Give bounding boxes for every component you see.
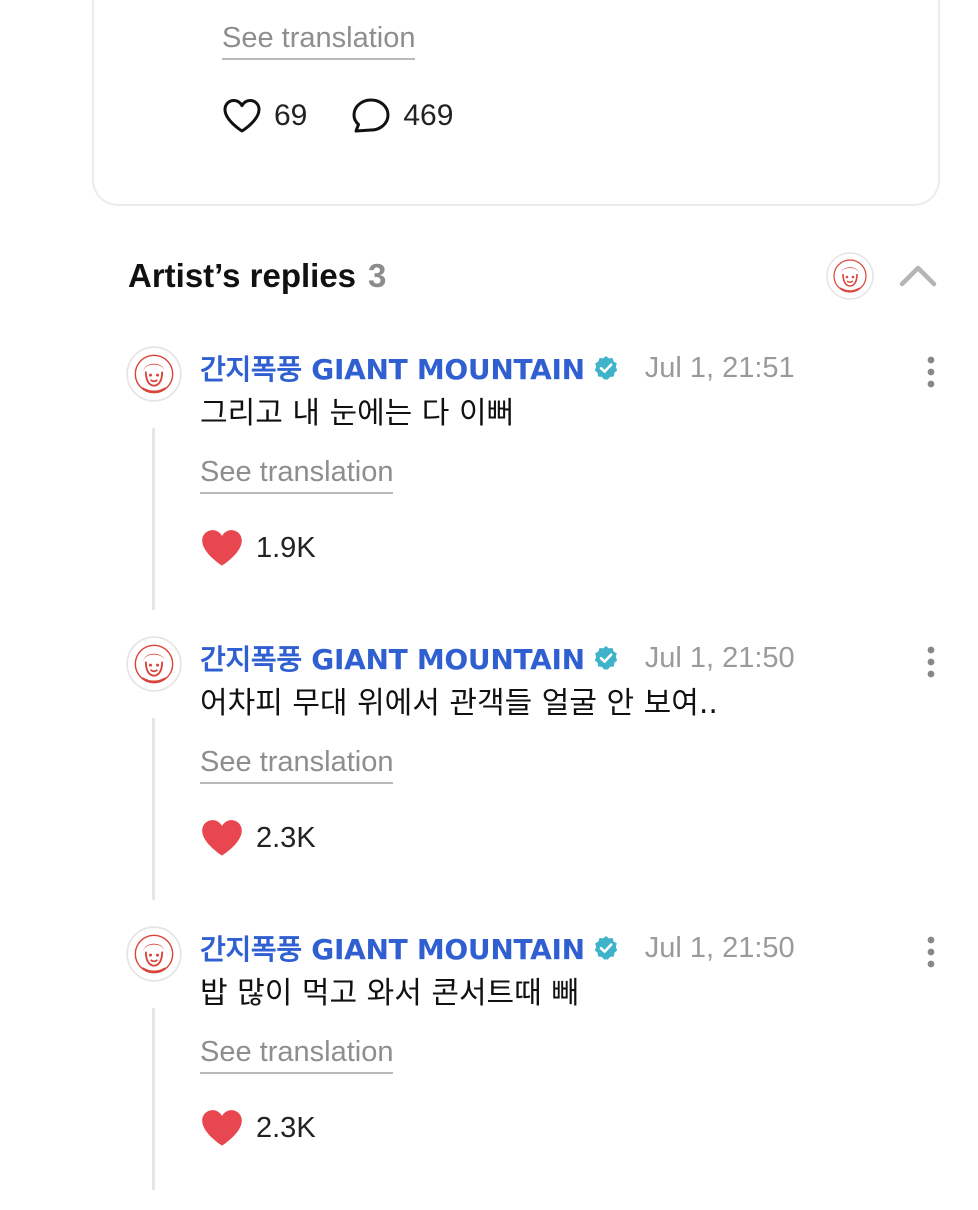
thread-line: [152, 1008, 155, 1190]
reply-author-avatar[interactable]: [126, 346, 182, 407]
collapse-replies-button[interactable]: [898, 258, 938, 292]
see-translation-link[interactable]: See translation: [200, 744, 394, 784]
comment-count: 469: [403, 99, 454, 132]
more-options-icon[interactable]: [918, 642, 944, 682]
see-translation-link[interactable]: See translation: [200, 454, 394, 494]
reply-timestamp: Jul 1, 21:51: [644, 351, 795, 384]
reply-like-count: 1.9K: [256, 531, 316, 564]
artist-replies-header: Artist’s replies 3: [128, 252, 386, 300]
reply-author-avatar[interactable]: [126, 926, 182, 987]
artist-avatar: [826, 252, 874, 305]
post-actions: 69 469: [222, 96, 497, 136]
like-count: 69: [274, 99, 308, 132]
artist-replies-count: 3: [368, 257, 387, 294]
reply-text: 어차피 무대 위에서 관객들 얼굴 안 보여..: [200, 686, 718, 721]
reply-like-count: 2.3K: [256, 1111, 316, 1144]
artist-replies-title: Artist’s replies: [128, 257, 357, 294]
reply-text: 밥 많이 먹고 와서 콘서트때 빼: [200, 976, 579, 1011]
verified-badge-icon: [594, 356, 617, 380]
reply-meta: 간지폭풍 GIANT MOUNTAIN Jul 1, 21:50: [200, 638, 795, 678]
heart-filled-icon: [202, 820, 242, 856]
verified-badge-icon: [594, 936, 617, 960]
reply-item: 간지폭풍 GIANT MOUNTAIN Jul 1, 21:50 어차피 무대 …: [0, 630, 978, 920]
heart-filled-icon: [202, 530, 242, 566]
comment-button[interactable]: 469: [351, 96, 453, 136]
more-options-icon[interactable]: [918, 932, 944, 972]
reply-like-button[interactable]: 1.9K: [200, 528, 316, 568]
heart-filled-icon: [202, 1110, 242, 1146]
verified-badge-icon: [594, 646, 617, 670]
reply-timestamp: Jul 1, 21:50: [644, 931, 795, 964]
reply-item: 간지폭풍 GIANT MOUNTAIN Jul 1, 21:51 그리고 내 눈…: [0, 340, 978, 630]
like-button[interactable]: 69: [222, 96, 307, 136]
thread-line: [152, 428, 155, 610]
reply-like-button[interactable]: 2.3K: [200, 1108, 316, 1148]
reply-text: 그리고 내 눈에는 다 이뻐: [200, 396, 515, 431]
post-card: 예?? 지금 콘서트 가려구 열심히 다이어트 중인데...... See tr…: [92, 0, 940, 206]
reply-author-avatar[interactable]: [126, 636, 182, 697]
reply-timestamp: Jul 1, 21:50: [644, 641, 795, 674]
reply-meta: 간지폭풍 GIANT MOUNTAIN Jul 1, 21:50: [200, 928, 795, 968]
reply-author-name[interactable]: 간지폭풍 GIANT MOUNTAIN: [200, 348, 585, 388]
speech-bubble-icon: [352, 98, 390, 133]
reply-author-name[interactable]: 간지폭풍 GIANT MOUNTAIN: [200, 928, 585, 968]
more-options-icon[interactable]: [918, 352, 944, 392]
see-translation-link[interactable]: See translation: [222, 20, 416, 60]
thread-line: [152, 718, 155, 900]
heart-outline-icon: [223, 99, 261, 133]
chevron-up-icon: [899, 265, 937, 287]
reply-meta: 간지폭풍 GIANT MOUNTAIN Jul 1, 21:51: [200, 348, 795, 388]
reply-author-name[interactable]: 간지폭풍 GIANT MOUNTAIN: [200, 638, 585, 678]
see-translation-link[interactable]: See translation: [200, 1034, 394, 1074]
reply-item: 간지폭풍 GIANT MOUNTAIN Jul 1, 21:50 밥 많이 먹고…: [0, 920, 978, 1210]
post-text: 예?? 지금 콘서트 가려구 열심히 다이어트 중인데......: [222, 0, 893, 8]
reply-like-count: 2.3K: [256, 821, 316, 854]
reply-like-button[interactable]: 2.3K: [200, 818, 316, 858]
